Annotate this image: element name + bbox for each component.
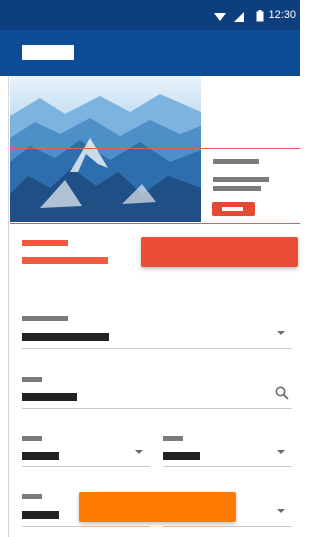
field4-underline [163, 466, 292, 467]
chevron-down-icon[interactable] [277, 509, 285, 513]
secondary-action-button[interactable] [79, 492, 236, 522]
field1-underline [22, 348, 292, 349]
field5-underline [22, 526, 150, 527]
search-input[interactable] [22, 393, 77, 401]
field1-value[interactable] [22, 333, 109, 341]
chevron-down-icon[interactable] [277, 331, 285, 335]
field2-label [22, 377, 42, 382]
chevron-down-icon[interactable] [135, 450, 143, 454]
status-time: 12:30 [268, 9, 296, 21]
card-meta [213, 186, 261, 191]
field6-underline [163, 526, 292, 527]
left-edge-divider [8, 76, 9, 537]
field3-value[interactable] [22, 452, 59, 460]
search-icon[interactable] [275, 386, 289, 400]
hero-image [10, 76, 201, 222]
card-title [213, 159, 259, 164]
primary-action-button[interactable] [141, 237, 298, 267]
card-action-button[interactable] [212, 202, 255, 216]
section-label [22, 240, 68, 246]
card-divider-top [10, 148, 300, 149]
chevron-down-icon[interactable] [277, 450, 285, 454]
section-value [22, 257, 108, 264]
status-bar [0, 0, 300, 30]
field4-value[interactable] [163, 452, 200, 460]
signal-icon [234, 12, 244, 22]
wifi-icon [214, 13, 226, 21]
field5-label [22, 494, 42, 499]
app-title [22, 45, 74, 60]
field3-underline [22, 466, 150, 467]
field3-label [22, 436, 42, 441]
battery-icon [256, 10, 264, 22]
field2-underline [22, 408, 292, 409]
card-subtitle [213, 177, 269, 182]
card-action-label [222, 207, 243, 211]
card-divider-bottom [10, 223, 300, 224]
field1-label [22, 316, 68, 321]
field4-label [163, 436, 183, 441]
field5-value[interactable] [22, 511, 59, 519]
